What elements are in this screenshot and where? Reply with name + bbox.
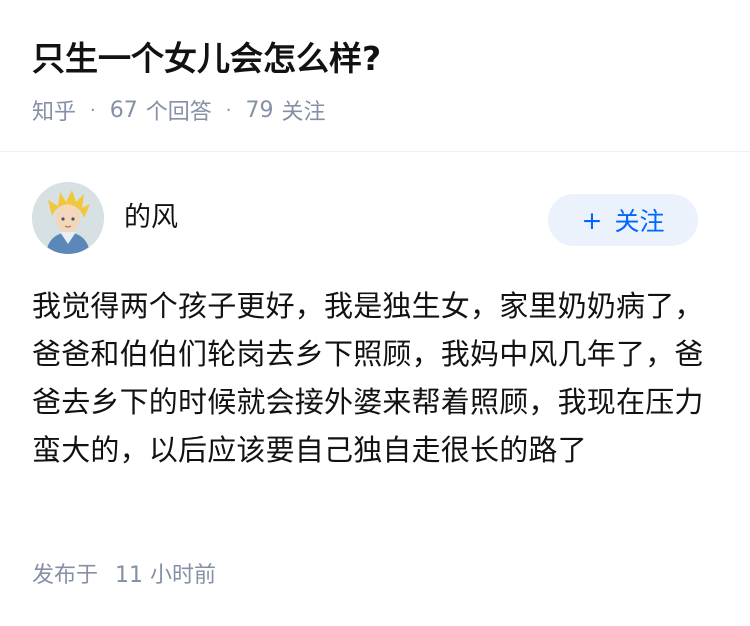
published-label: 发布于	[32, 563, 99, 588]
answer-count: 67	[109, 97, 138, 123]
plus-icon: +	[581, 205, 603, 235]
meta-separator: ·	[90, 99, 96, 121]
author-name[interactable]: 的风	[124, 200, 178, 236]
question-title[interactable]: 只生一个女儿会怎么样?	[32, 34, 381, 84]
question-meta: 知乎 · 67 个回答 · 79 关注	[32, 94, 326, 126]
answer-content: 我觉得两个孩子更好，我是独生女，家里奶奶病了，爸爸和伯伯们轮岗去乡下照顾，我妈中…	[32, 289, 704, 467]
avatar[interactable]	[32, 182, 104, 254]
answer-timestamp: 发布于 11 小时前	[32, 560, 216, 592]
follow-button[interactable]: + 关注	[548, 194, 698, 246]
follower-count: 79	[245, 97, 274, 123]
question-header: 只生一个女儿会怎么样? 知乎 · 67 个回答 · 79 关注	[0, 0, 750, 152]
follower-count-label: 关注	[281, 100, 326, 125]
source-label[interactable]: 知乎	[32, 94, 76, 126]
published-time: 11 小时前	[115, 563, 217, 588]
follow-button-label: 关注	[614, 207, 665, 236]
answer-count-label: 个回答	[145, 100, 212, 125]
author-row: 的风 + 关注	[32, 182, 718, 258]
anime-avatar-icon	[32, 182, 104, 254]
meta-separator: ·	[225, 99, 232, 121]
